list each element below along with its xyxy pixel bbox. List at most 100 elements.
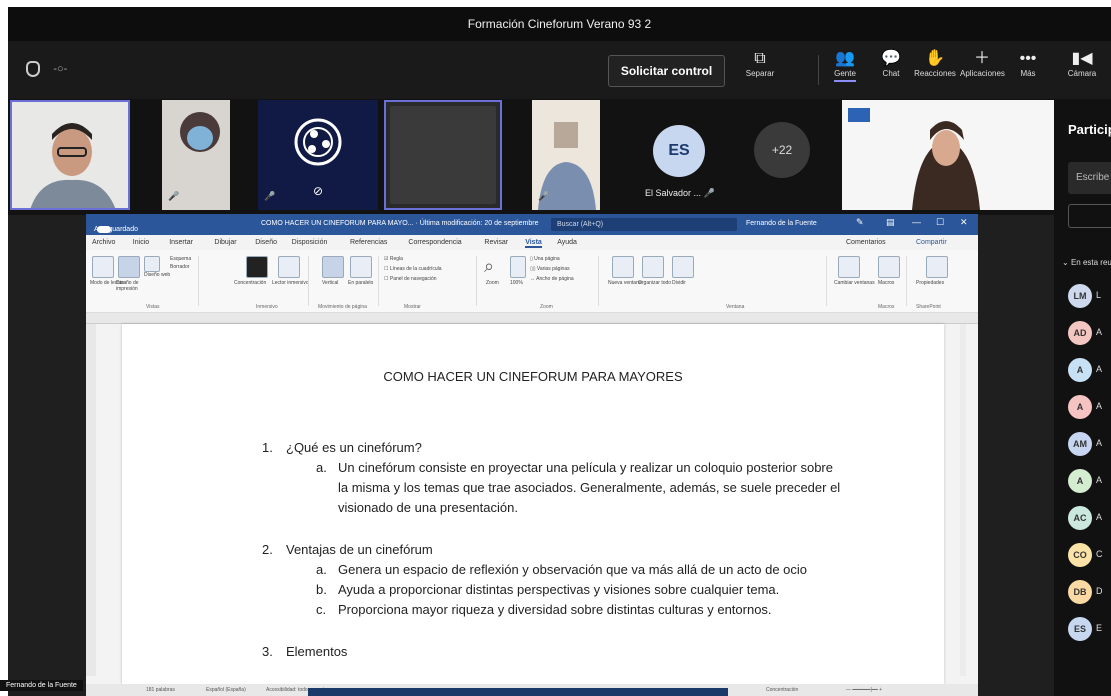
tab-9[interactable]: Vista xyxy=(525,239,542,248)
immersive-reader-icon[interactable] xyxy=(278,256,300,278)
section-heading: Ventajas de un cinefórum xyxy=(286,542,433,557)
participant-name: L xyxy=(1096,290,1102,300)
participant-avatar[interactable]: LM xyxy=(1068,284,1092,308)
ruler-checkbox[interactable]: ☑ Regla xyxy=(384,256,403,262)
participant-search-input[interactable]: Escribe xyxy=(1068,162,1111,194)
video-tile-blurred[interactable] xyxy=(384,100,502,210)
participant-avatar[interactable]: AM xyxy=(1068,432,1092,456)
split-icon[interactable] xyxy=(672,256,694,278)
switch-windows-icon[interactable] xyxy=(838,256,860,278)
multiple-pages-button[interactable]: ▯▯ Varias páginas xyxy=(530,266,570,272)
participant-avatar[interactable]: AC xyxy=(1068,506,1092,530)
video-tile-participant-5[interactable]: 🎤 xyxy=(532,100,600,210)
more-participants-button[interactable]: +22 xyxy=(754,122,810,178)
tab-2[interactable]: Insertar xyxy=(169,239,193,246)
ribbon-display-icon[interactable]: ▤ xyxy=(886,217,895,228)
participant-name: C xyxy=(1096,549,1103,559)
focus-mode-button[interactable]: Concentración xyxy=(766,687,798,693)
draft-button[interactable]: Borrador xyxy=(170,264,189,270)
vertical-icon[interactable] xyxy=(322,256,344,278)
minimize-icon[interactable]: — xyxy=(912,217,921,227)
nav-pane-checkbox[interactable]: ☐ Panel de navegación xyxy=(384,276,437,282)
participant-avatar[interactable]: DB xyxy=(1068,580,1092,604)
word-search-input[interactable]: Buscar (Alt+Q) xyxy=(551,218,737,231)
section-number: 2. xyxy=(262,542,273,557)
chat-button[interactable]: 💬 Chat xyxy=(869,49,913,78)
reading-mode-icon[interactable] xyxy=(92,256,114,278)
tab-1[interactable]: Inicio xyxy=(133,239,149,246)
apps-button[interactable]: ＋ Aplicaciones xyxy=(960,49,1005,78)
mic-muted-icon: 🎤 xyxy=(264,191,276,201)
subitem-text: Ayuda a proporcionar distintas perspecti… xyxy=(338,582,780,597)
word-count[interactable]: 181 palabras xyxy=(146,687,175,693)
document-page[interactable]: COMO HACER UN CINEFORUM PARA MAYORES 1. ¿… xyxy=(122,324,944,684)
video-tile-participant-2[interactable]: 🎤 xyxy=(162,100,230,210)
shield-icon[interactable] xyxy=(26,61,40,77)
person-video xyxy=(10,100,130,210)
more-button[interactable]: ••• Más xyxy=(1006,49,1050,78)
participant-avatar[interactable]: A xyxy=(1068,358,1092,382)
people-button[interactable]: 👥 Gente xyxy=(823,49,867,82)
maximize-icon[interactable]: ☐ xyxy=(936,217,944,228)
vertical-ruler[interactable] xyxy=(86,324,96,676)
zoom-slider[interactable]: — ━━━━━━|━━ + xyxy=(846,687,882,693)
section-heading: Elementos xyxy=(286,644,348,659)
section-heading: ¿Qué es un cinefórum? xyxy=(286,440,422,455)
tab-10[interactable]: Ayuda xyxy=(557,239,577,246)
horizontal-ruler[interactable] xyxy=(86,313,978,324)
outline-button[interactable]: Esquema xyxy=(170,256,191,262)
language-status[interactable]: Español (España) xyxy=(206,687,246,693)
document-body: 1. ¿Qué es un cinefórum? a. Un cinefórum co… xyxy=(262,426,842,662)
macros-icon[interactable] xyxy=(878,256,900,278)
page-width-button[interactable]: ↔ Ancho de página xyxy=(530,276,574,282)
mic-muted-icon: 🎤 xyxy=(538,191,550,201)
camera-icon: ▮◀ xyxy=(1071,50,1093,67)
group-header[interactable]: ⌄ En esta reunión xyxy=(1062,258,1111,267)
tab-3[interactable]: Dibujar xyxy=(214,239,236,246)
video-tile-obs[interactable]: ⊘ 🎤 xyxy=(258,100,378,210)
close-icon[interactable]: ✕ xyxy=(960,217,968,228)
zoom-icon[interactable]: ⌕ xyxy=(484,256,504,276)
camera-button[interactable]: ▮◀ Cámara xyxy=(1060,49,1104,78)
video-tile-participant-woman[interactable] xyxy=(842,100,1054,210)
video-tile-presenter[interactable] xyxy=(10,100,130,210)
tab-7[interactable]: Correspondencia xyxy=(408,239,461,246)
pen-icon[interactable]: ✎ xyxy=(856,217,864,228)
popout-button[interactable]: ⧉ Separar xyxy=(738,49,782,78)
web-layout-icon[interactable] xyxy=(144,256,160,272)
vertical-scrollbar[interactable] xyxy=(960,324,966,676)
properties-icon[interactable] xyxy=(926,256,948,278)
side-by-side-icon[interactable] xyxy=(350,256,372,278)
person-video xyxy=(842,100,1054,210)
subitem-letter: a. xyxy=(316,460,327,475)
share-invite-button[interactable] xyxy=(1068,204,1111,228)
participant-name: A xyxy=(1096,327,1103,337)
autosave-toggle[interactable] xyxy=(97,226,111,233)
tab-4[interactable]: Diseño xyxy=(255,239,277,246)
participant-avatar[interactable]: A xyxy=(1068,395,1092,419)
doc-section: 1. ¿Qué es un cinefórum? xyxy=(262,438,842,458)
tab-6[interactable]: Referencias xyxy=(350,239,387,246)
tab-0[interactable]: Archivo xyxy=(92,239,115,246)
subitem-letter: c. xyxy=(316,602,327,617)
tab-8[interactable]: Revisar xyxy=(484,239,508,246)
participant-avatar[interactable]: ES xyxy=(1068,617,1092,641)
section-number: 3. xyxy=(262,644,273,659)
share-button[interactable]: Compartir xyxy=(916,239,947,246)
participant-avatar[interactable]: A xyxy=(1068,469,1092,493)
obs-logo-icon: ⊘ xyxy=(258,100,378,210)
participant-avatar[interactable]: AD xyxy=(1068,321,1092,345)
arrange-all-icon[interactable] xyxy=(642,256,664,278)
comments-button[interactable]: Comentarios xyxy=(846,239,886,246)
print-layout-icon[interactable] xyxy=(118,256,140,278)
one-page-button[interactable]: ▯ Una página xyxy=(530,256,560,262)
zoom-100-icon[interactable] xyxy=(510,256,526,278)
avatar-es[interactable]: ES xyxy=(653,125,705,177)
participant-avatar[interactable]: CO xyxy=(1068,543,1092,567)
new-window-icon[interactable] xyxy=(612,256,634,278)
focus-icon[interactable] xyxy=(246,256,268,278)
reactions-button[interactable]: ✋ Reacciones xyxy=(913,49,957,78)
tab-5[interactable]: Disposición xyxy=(292,239,328,246)
gridlines-checkbox[interactable]: ☐ Líneas de la cuadrícula xyxy=(384,266,442,272)
request-control-button[interactable]: Solicitar control xyxy=(608,55,725,87)
